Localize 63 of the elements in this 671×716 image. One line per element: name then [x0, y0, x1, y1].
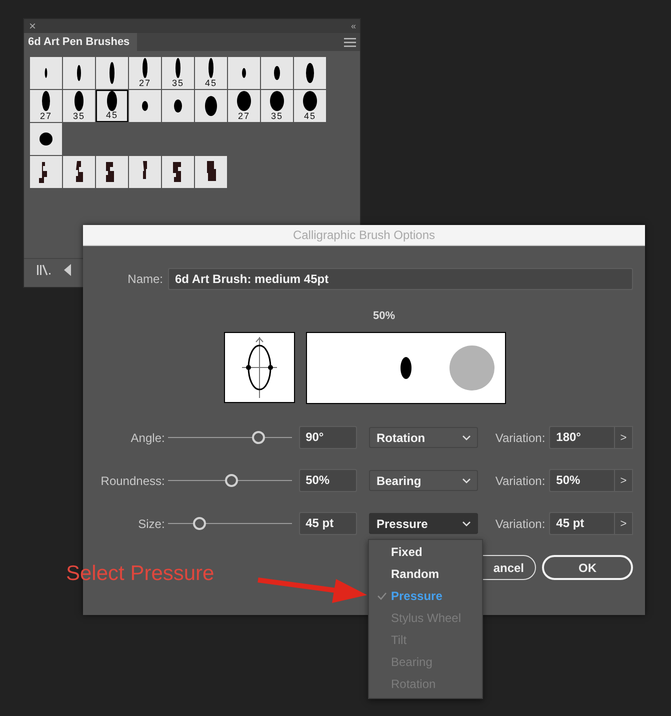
slider-thumb[interactable]: [252, 431, 266, 444]
mode-dropdown[interactable]: Bearing: [369, 470, 478, 491]
close-icon[interactable]: ×: [29, 20, 36, 32]
back-arrow-icon[interactable]: [64, 264, 72, 276]
brush-swatch[interactable]: 35: [162, 57, 194, 89]
variation-field[interactable]: 45 pt: [549, 512, 614, 535]
slider-thumb[interactable]: [224, 474, 238, 487]
variation-field[interactable]: 50%: [549, 469, 614, 492]
field-label: Angle:: [130, 430, 165, 444]
brush-swatch[interactable]: [294, 57, 326, 89]
chevron-down-icon: [462, 434, 472, 440]
field-label: Roundness:: [100, 474, 165, 488]
brush-swatch[interactable]: 45: [96, 90, 128, 122]
field-label: Name:: [126, 272, 163, 286]
brush-swatch[interactable]: [30, 123, 62, 155]
brush-swatch[interactable]: [129, 90, 161, 122]
value-field[interactable]: 50%: [298, 469, 358, 492]
name-field[interactable]: 6d Art Brush: medium 45pt: [168, 268, 633, 290]
stepper-button[interactable]: >: [614, 469, 633, 492]
brush-swatch[interactable]: 27: [228, 90, 260, 122]
value-field[interactable]: 90°: [298, 426, 358, 449]
brush-swatch[interactable]: 27: [30, 90, 62, 122]
brush-swatch[interactable]: [195, 156, 227, 188]
collapse-icon[interactable]: ‹‹: [351, 21, 355, 31]
brush-swatch[interactable]: 45: [294, 90, 326, 122]
ok-button[interactable]: OK: [542, 555, 633, 580]
brush-swatch[interactable]: [162, 156, 194, 188]
mode-dropdown[interactable]: Pressure: [369, 513, 478, 534]
brush-swatch[interactable]: 35: [63, 90, 95, 122]
brush-swatch[interactable]: [63, 57, 95, 89]
brush-swatch[interactable]: [96, 156, 128, 188]
angle-preview-drawing[interactable]: [224, 332, 295, 403]
chevron-down-icon: [462, 478, 472, 484]
annotation-text: Select Pressure: [66, 562, 214, 586]
stepper-button[interactable]: >: [614, 426, 633, 449]
brush-swatch[interactable]: [30, 156, 62, 188]
brush-swatch[interactable]: [162, 90, 194, 122]
variation-field[interactable]: 180°: [549, 426, 614, 449]
value-field[interactable]: 45 pt: [298, 512, 358, 535]
brush-swatch[interactable]: 27: [129, 57, 161, 89]
brush-swatch[interactable]: [129, 156, 161, 188]
menu-icon[interactable]: [344, 38, 356, 46]
panel-tab[interactable]: 6d Art Pen Brushes: [24, 33, 137, 51]
stepper-button[interactable]: >: [614, 512, 633, 535]
library-icon[interactable]: [36, 264, 52, 276]
chevron-down-icon: [462, 520, 472, 526]
dialog-title: Calligraphic Brush Options: [83, 225, 645, 246]
brush-swatch[interactable]: [228, 57, 260, 89]
brush-swatch[interactable]: 45: [195, 57, 227, 89]
field-label: Size:: [137, 516, 165, 530]
field-label: Variation:: [494, 474, 546, 488]
check-icon: [377, 592, 387, 600]
brush-swatch[interactable]: [261, 57, 293, 89]
brush-swatch[interactable]: [30, 57, 62, 89]
brush-swatch[interactable]: [63, 156, 95, 188]
brush-swatch[interactable]: 35: [261, 90, 293, 122]
slider-thumb[interactable]: [192, 517, 206, 530]
field-label: Variation:: [494, 430, 546, 444]
field-label: Variation:: [494, 516, 546, 530]
brush-swatch[interactable]: [96, 57, 128, 89]
preview-reading: 50%: [372, 310, 396, 322]
brush-swatch[interactable]: [195, 90, 227, 122]
mode-dropdown[interactable]: Rotation: [369, 427, 478, 448]
